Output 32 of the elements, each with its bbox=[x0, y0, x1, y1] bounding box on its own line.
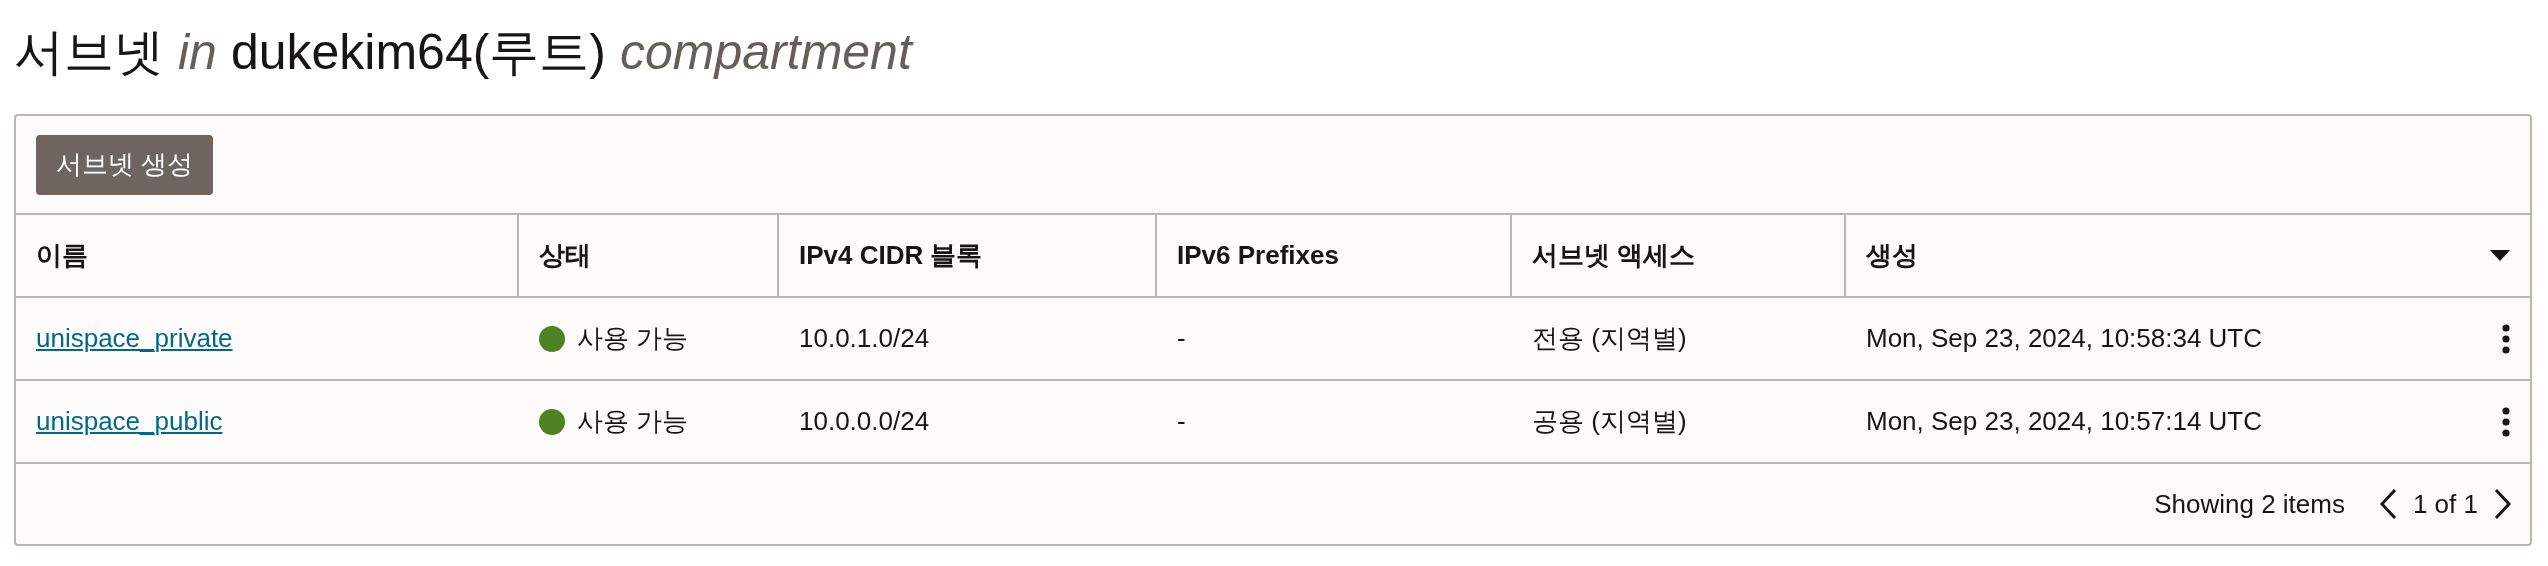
next-page-icon[interactable] bbox=[2494, 488, 2512, 520]
status-dot-icon bbox=[539, 325, 565, 352]
create-subnet-button[interactable]: 서브넷 생성 bbox=[36, 134, 214, 195]
more-actions-icon[interactable] bbox=[2502, 323, 2510, 354]
column-header: 생성 bbox=[1866, 239, 1918, 272]
table-cell-text: 공용 (지역별) bbox=[1532, 405, 1687, 438]
table-cell: 10.0.0.0/24 bbox=[799, 406, 930, 437]
table-cell: Mon, Sep 23, 2024, 10:58:34 UTC bbox=[1866, 323, 2263, 354]
page-title-suffix: compartment bbox=[620, 23, 912, 81]
table-cell: - bbox=[1177, 323, 1186, 354]
previous-page-icon[interactable] bbox=[2378, 488, 2397, 520]
status-text: 사용 가능 bbox=[577, 322, 689, 355]
subnet-name-link[interactable]: unispace_private bbox=[36, 323, 233, 354]
table-cell: 10.0.1.0/24 bbox=[799, 323, 930, 354]
table-cell-text: 전용 (지역별) bbox=[1532, 322, 1687, 355]
compartment-name: dukekim64(루트) bbox=[230, 22, 607, 82]
status-dot-icon bbox=[539, 408, 565, 435]
caret-down-icon[interactable] bbox=[2490, 249, 2510, 262]
page-title-resource: 서브넷 bbox=[14, 22, 164, 82]
page-indicator: 1 of 1 bbox=[2412, 488, 2478, 520]
more-actions-icon[interactable] bbox=[2502, 406, 2510, 437]
page-title-in: in bbox=[178, 23, 217, 81]
column-header: 서브넷 액세스 bbox=[1532, 239, 1696, 272]
column-header: IPv4 CIDR 블록 bbox=[799, 239, 983, 272]
table-cell: Mon, Sep 23, 2024, 10:57:14 UTC bbox=[1866, 406, 2263, 437]
column-header: IPv6 Prefixes bbox=[1177, 240, 1339, 271]
subnet-name-link[interactable]: unispace_public bbox=[36, 406, 223, 437]
column-header: 상태 bbox=[539, 239, 591, 272]
column-header: 이름 bbox=[36, 239, 88, 272]
status-text: 사용 가능 bbox=[577, 405, 689, 438]
table-cell: - bbox=[1177, 406, 1186, 437]
item-count: Showing 2 items bbox=[2154, 488, 2345, 520]
